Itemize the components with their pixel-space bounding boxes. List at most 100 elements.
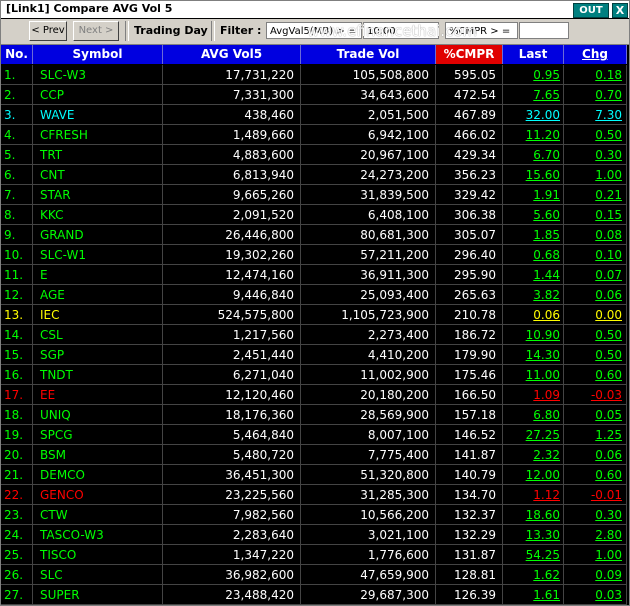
row-symbol[interactable]: CCP [33,85,163,105]
row-chg[interactable]: 0.09 [564,565,627,585]
row-symbol[interactable]: GENCO [33,485,163,505]
row-symbol[interactable]: KKC [33,205,163,225]
table-row[interactable]: 5. TRT 4,883,600 20,967,100 429.34 6.70 0.30 [1,145,629,165]
row-chg[interactable]: 0.03 [564,585,627,605]
table-row[interactable]: 4. CFRESH 1,489,660 6,942,100 466.02 11.20 0.5… [1,125,629,145]
prev-button[interactable]: < Prev [29,21,67,41]
row-chg[interactable]: 0.00 [564,305,627,325]
table-row[interactable]: 24. TASCO-W3 2,283,640 3,021,100 132.29 13.30… [1,525,629,545]
table-row[interactable]: 22. GENCO 23,225,560 31,285,300 134.70 1.12 -0… [1,485,629,505]
row-chg[interactable]: 0.10 [564,245,627,265]
row-symbol[interactable]: CSL [33,325,163,345]
row-symbol[interactable]: SLC-W1 [33,245,163,265]
row-symbol[interactable]: GRAND [33,225,163,245]
table-row[interactable]: 3. WAVE 438,460 2,051,500 467.89 32.00 7.30 [1,105,629,125]
row-chg[interactable]: 0.50 [564,345,627,365]
row-symbol[interactable]: TRT [33,145,163,165]
row-symbol[interactable]: SUPER [33,585,163,605]
row-chg[interactable]: 0.06 [564,285,627,305]
table-row[interactable]: 17. EE 12,120,460 20,180,200 166.50 1.09 -0.03 [1,385,629,405]
row-last[interactable]: 1.12 [503,485,564,505]
row-chg[interactable]: 1.25 [564,425,627,445]
row-last[interactable]: 14.30 [503,345,564,365]
header-last[interactable]: Last [503,45,564,64]
table-row[interactable]: 9. GRAND 26,446,800 80,681,300 305.07 1.85 0.0… [1,225,629,245]
row-last[interactable]: 18.60 [503,505,564,525]
header-trade-vol[interactable]: Trade Vol [301,45,436,64]
row-chg[interactable]: 1.00 [564,165,627,185]
row-last[interactable]: 27.25 [503,425,564,445]
row-chg[interactable]: 0.15 [564,205,627,225]
table-row[interactable]: 11. E 12,474,160 36,911,300 295.90 1.44 0.07 [1,265,629,285]
row-chg[interactable]: 0.70 [564,85,627,105]
table-row[interactable]: 23. CTW 7,982,560 10,566,200 132.37 18.60 0.30 [1,505,629,525]
row-symbol[interactable]: CTW [33,505,163,525]
row-last[interactable]: 32.00 [503,105,564,125]
table-row[interactable]: 14. CSL 1,217,560 2,273,400 186.72 10.90 0.50 [1,325,629,345]
header-chg[interactable]: Chg [564,45,627,64]
row-symbol[interactable]: AGE [33,285,163,305]
row-last[interactable]: 13.30 [503,525,564,545]
row-symbol[interactable]: SGP [33,345,163,365]
next-button[interactable]: Next > [73,21,119,41]
row-chg[interactable]: 0.18 [564,65,627,85]
row-symbol[interactable]: TASCO-W3 [33,525,163,545]
row-last[interactable]: 54.25 [503,545,564,565]
row-chg[interactable]: 0.30 [564,145,627,165]
row-last[interactable]: 6.80 [503,405,564,425]
table-row[interactable]: 16. TNDT 6,271,040 11,002,900 175.46 11.00 0.6… [1,365,629,385]
table-row[interactable]: 21. DEMCO 36,451,300 51,320,800 140.79 12.00 0… [1,465,629,485]
header-no[interactable]: No. [1,45,33,64]
row-last[interactable]: 6.70 [503,145,564,165]
table-row[interactable]: 27. SUPER 23,488,420 29,687,300 126.39 1.61 0.… [1,585,629,605]
close-button[interactable]: X [612,3,628,18]
row-symbol[interactable]: E [33,265,163,285]
table-row[interactable]: 26. SLC 36,982,600 47,659,900 128.81 1.62 0.09 [1,565,629,585]
row-symbol[interactable]: CFRESH [33,125,163,145]
row-chg[interactable]: -0.03 [564,385,627,405]
table-row[interactable]: 18. UNIQ 18,176,360 28,569,900 157.18 6.80 0.0… [1,405,629,425]
row-last[interactable]: 0.06 [503,305,564,325]
row-last[interactable]: 10.90 [503,325,564,345]
row-symbol[interactable]: UNIQ [33,405,163,425]
row-chg[interactable]: 0.60 [564,365,627,385]
row-chg[interactable]: 0.50 [564,125,627,145]
table-row[interactable]: 12. AGE 9,446,840 25,093,400 265.63 3.82 0.06 [1,285,629,305]
row-last[interactable]: 12.00 [503,465,564,485]
row-chg[interactable]: 0.30 [564,505,627,525]
row-chg[interactable]: 0.60 [564,465,627,485]
table-row[interactable]: 1. SLC-W3 17,731,220 105,508,800 595.05 0.95 0… [1,65,629,85]
table-row[interactable]: 7. STAR 9,665,260 31,839,500 329.42 1.91 0.21 [1,185,629,205]
cmpr-filter-input[interactable] [519,22,569,39]
table-row[interactable]: 19. SPCG 5,464,840 8,007,100 146.52 27.25 1.25 [1,425,629,445]
row-symbol[interactable]: STAR [33,185,163,205]
row-chg[interactable]: -0.01 [564,485,627,505]
row-chg[interactable]: 0.50 [564,325,627,345]
row-last[interactable]: 5.60 [503,205,564,225]
table-row[interactable]: 6. CNT 6,813,940 24,273,200 356.23 15.60 1.00 [1,165,629,185]
row-symbol[interactable]: IEC [33,305,163,325]
row-chg[interactable]: 7.30 [564,105,627,125]
row-last[interactable]: 0.68 [503,245,564,265]
out-button[interactable]: OUT [573,3,609,18]
row-symbol[interactable]: WAVE [33,105,163,125]
row-last[interactable]: 11.20 [503,125,564,145]
row-symbol[interactable]: EE [33,385,163,405]
row-symbol[interactable]: DEMCO [33,465,163,485]
table-row[interactable]: 25. TISCO 1,347,220 1,776,600 131.87 54.25 1.0… [1,545,629,565]
row-last[interactable]: 1.44 [503,265,564,285]
row-last[interactable]: 1.61 [503,585,564,605]
row-last[interactable]: 2.32 [503,445,564,465]
row-last[interactable]: 1.85 [503,225,564,245]
row-last[interactable]: 1.62 [503,565,564,585]
row-chg[interactable]: 0.07 [564,265,627,285]
row-symbol[interactable]: TNDT [33,365,163,385]
row-symbol[interactable]: TISCO [33,545,163,565]
header-symbol[interactable]: Symbol [33,45,163,64]
row-last[interactable]: 0.95 [503,65,564,85]
trading-day-label[interactable]: Trading Day [134,24,208,37]
row-last[interactable]: 3.82 [503,285,564,305]
header-avg-vol5[interactable]: AVG Vol5 [163,45,301,64]
row-chg[interactable]: 0.08 [564,225,627,245]
row-chg[interactable]: 0.21 [564,185,627,205]
